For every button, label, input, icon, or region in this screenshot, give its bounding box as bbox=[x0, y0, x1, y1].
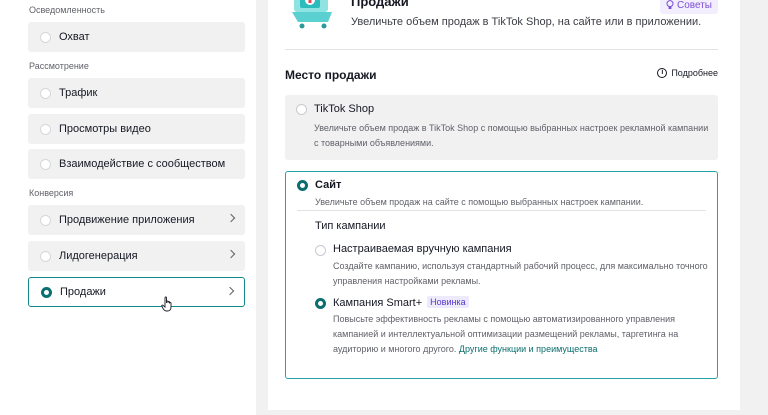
objective-label: Просмотры видео bbox=[59, 123, 151, 135]
campaign-type-title: Тип кампании bbox=[315, 220, 386, 232]
page-background bbox=[740, 0, 768, 415]
option-description: Увеличьте объем продаж в TikTok Shop с п… bbox=[314, 123, 709, 148]
campaign-manual-description: Создайте кампанию, используя стандартный… bbox=[333, 261, 708, 286]
hand-cursor-icon bbox=[161, 296, 172, 312]
placement-option-site[interactable]: Сайт Увеличьте объем продаж на сайте с п… bbox=[285, 171, 718, 379]
objective-title: Продажи bbox=[351, 0, 409, 9]
radio-icon[interactable] bbox=[40, 87, 51, 99]
radio-icon[interactable] bbox=[315, 245, 326, 256]
objective-video-views[interactable]: Просмотры видео bbox=[28, 114, 245, 144]
radio-icon[interactable] bbox=[40, 123, 51, 135]
objective-label: Взаимодействие с сообществом bbox=[59, 158, 226, 170]
radio-selected-icon[interactable] bbox=[41, 286, 52, 298]
campaign-smart-option[interactable]: Кампания Smart+ Новинка bbox=[333, 296, 469, 309]
radio-icon[interactable] bbox=[296, 104, 307, 115]
option-label: Сайт bbox=[315, 179, 342, 191]
tips-button[interactable]: Советы bbox=[660, 0, 718, 14]
objective-sidebar: Осведомленность Охват Рассмотрение Трафи… bbox=[0, 0, 256, 415]
radio-icon[interactable] bbox=[40, 158, 51, 170]
learn-more-link[interactable]: i Подробнее bbox=[657, 68, 718, 78]
radio-selected-icon[interactable] bbox=[315, 298, 326, 309]
objective-lead-generation[interactable]: Лидогенерация bbox=[28, 241, 245, 271]
learn-more-label: Подробнее bbox=[671, 68, 718, 78]
objective-label: Продажи bbox=[60, 286, 106, 298]
chevron-right-icon bbox=[225, 286, 235, 296]
shopping-cart-illustration-icon bbox=[292, 0, 332, 29]
smart-features-link[interactable]: Другие функции и преимущества bbox=[459, 344, 598, 354]
objective-label: Продвижение приложения bbox=[59, 214, 195, 226]
objective-label: Лидогенерация bbox=[59, 250, 138, 262]
campaign-smart-description: Повысьте эффективность рекламы с помощью… bbox=[333, 312, 718, 357]
radio-icon[interactable] bbox=[40, 250, 51, 262]
radio-icon[interactable] bbox=[40, 214, 51, 226]
placement-option-tiktok-shop[interactable]: TikTok Shop Увеличьте объем продаж в Tik… bbox=[285, 95, 718, 160]
chevron-right-icon bbox=[226, 213, 236, 223]
section-title-conversion: Конверсия bbox=[29, 188, 74, 198]
objective-description: Увеличьте объем продаж в TikTok Shop, на… bbox=[351, 16, 702, 28]
objective-app-promotion[interactable]: Продвижение приложения bbox=[28, 205, 245, 235]
divider bbox=[297, 210, 706, 211]
objective-community-interaction[interactable]: Взаимодействие с сообществом bbox=[28, 149, 245, 179]
objective-reach[interactable]: Охват bbox=[28, 22, 245, 52]
tips-label: Советы bbox=[677, 0, 712, 11]
objective-sales[interactable]: Продажи bbox=[28, 277, 245, 307]
lightbulb-icon bbox=[666, 0, 674, 9]
option-label: TikTok Shop bbox=[314, 103, 375, 115]
radio-selected-icon[interactable] bbox=[297, 180, 308, 191]
section-title-awareness: Осведомленность bbox=[29, 5, 105, 15]
placement-title: Место продажи bbox=[285, 68, 377, 82]
objective-label: Трафик bbox=[59, 87, 98, 99]
chevron-right-icon bbox=[226, 249, 236, 259]
campaign-manual-label[interactable]: Настраиваемая вручную кампания bbox=[333, 243, 512, 255]
objective-traffic[interactable]: Трафик bbox=[28, 78, 245, 108]
radio-icon[interactable] bbox=[40, 31, 51, 43]
option-description: Увеличьте объем продаж на сайте с помощь… bbox=[315, 197, 644, 207]
divider bbox=[285, 49, 718, 50]
campaign-smart-label: Кампания Smart+ bbox=[333, 297, 423, 309]
new-badge: Новинка bbox=[427, 296, 469, 308]
objective-details-panel: Продажи Увеличьте объем продаж в TikTok … bbox=[268, 0, 740, 410]
objective-label: Охват bbox=[59, 31, 90, 43]
info-icon: i bbox=[657, 68, 668, 78]
section-title-consideration: Рассмотрение bbox=[29, 61, 89, 71]
